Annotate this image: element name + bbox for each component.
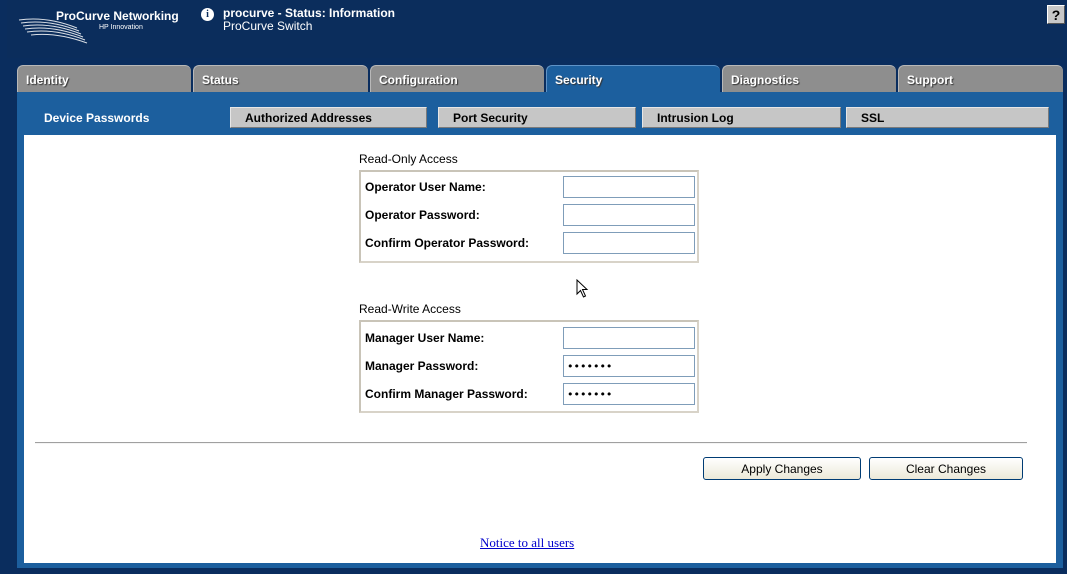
tab-security[interactable]: Security — [546, 65, 720, 92]
logo-title: ProCurve Networking — [56, 9, 179, 23]
confirm-manager-password-input[interactable] — [563, 383, 695, 405]
info-icon: i — [201, 8, 214, 21]
operator-username-input[interactable] — [563, 176, 695, 198]
manager-password-row: Manager Password: — [363, 354, 697, 378]
tab-diagnostics[interactable]: Diagnostics — [722, 65, 896, 92]
tab-identity[interactable]: Identity — [17, 65, 191, 92]
apply-changes-button[interactable]: Apply Changes — [703, 457, 861, 480]
procurve-logo: ProCurve Networking HP Innovation — [17, 4, 192, 48]
horizontal-divider — [35, 442, 1027, 444]
tab-support[interactable]: Support — [898, 65, 1063, 92]
confirm-operator-password-label: Confirm Operator Password: — [365, 236, 530, 250]
subtab-intrusion-log[interactable]: Intrusion Log — [642, 107, 841, 128]
read-write-group: Manager User Name: Manager Password: Con… — [359, 320, 699, 413]
operator-username-row: Operator User Name: — [363, 175, 697, 199]
tab-configuration[interactable]: Configuration — [370, 65, 544, 92]
subtab-port-security[interactable]: Port Security — [438, 107, 636, 128]
help-button[interactable]: ? — [1047, 5, 1065, 24]
clear-changes-button[interactable]: Clear Changes — [869, 457, 1023, 480]
operator-username-label: Operator User Name: — [365, 180, 486, 194]
subtab-authorized-addresses[interactable]: Authorized Addresses — [230, 107, 427, 128]
manager-username-label: Manager User Name: — [365, 331, 485, 345]
status-title: procurve - Status: Information — [223, 6, 396, 20]
mouse-pointer-icon — [576, 279, 589, 298]
confirm-operator-password-row: Confirm Operator Password: — [363, 231, 697, 255]
manager-password-label: Manager Password: — [365, 359, 479, 373]
read-only-title: Read-Only Access — [359, 152, 458, 166]
manager-password-input[interactable] — [563, 355, 695, 377]
confirm-manager-password-label: Confirm Manager Password: — [365, 387, 528, 401]
operator-password-row: Operator Password: — [363, 203, 697, 227]
main-tab-bar: Identity Status Configuration Security D… — [17, 65, 1063, 92]
confirm-operator-password-input[interactable] — [563, 232, 695, 254]
manager-username-input[interactable] — [563, 327, 695, 349]
logo-subtitle: HP Innovation — [99, 24, 143, 31]
read-write-title: Read-Write Access — [359, 302, 461, 316]
subtab-device-passwords[interactable]: Device Passwords — [29, 107, 228, 128]
status-subtitle: ProCurve Switch — [223, 19, 313, 33]
operator-password-input[interactable] — [563, 204, 695, 226]
read-only-group: Operator User Name: Operator Password: C… — [359, 170, 699, 263]
operator-password-label: Operator Password: — [365, 208, 480, 222]
subtab-ssl[interactable]: SSL — [846, 107, 1049, 128]
confirm-manager-password-row: Confirm Manager Password: — [363, 382, 697, 406]
header-bar: ProCurve Networking HP Innovation i proc… — [7, 0, 1065, 58]
notice-to-users-link[interactable]: Notice to all users — [480, 535, 574, 551]
tab-status[interactable]: Status — [193, 65, 368, 92]
manager-username-row: Manager User Name: — [363, 326, 697, 350]
